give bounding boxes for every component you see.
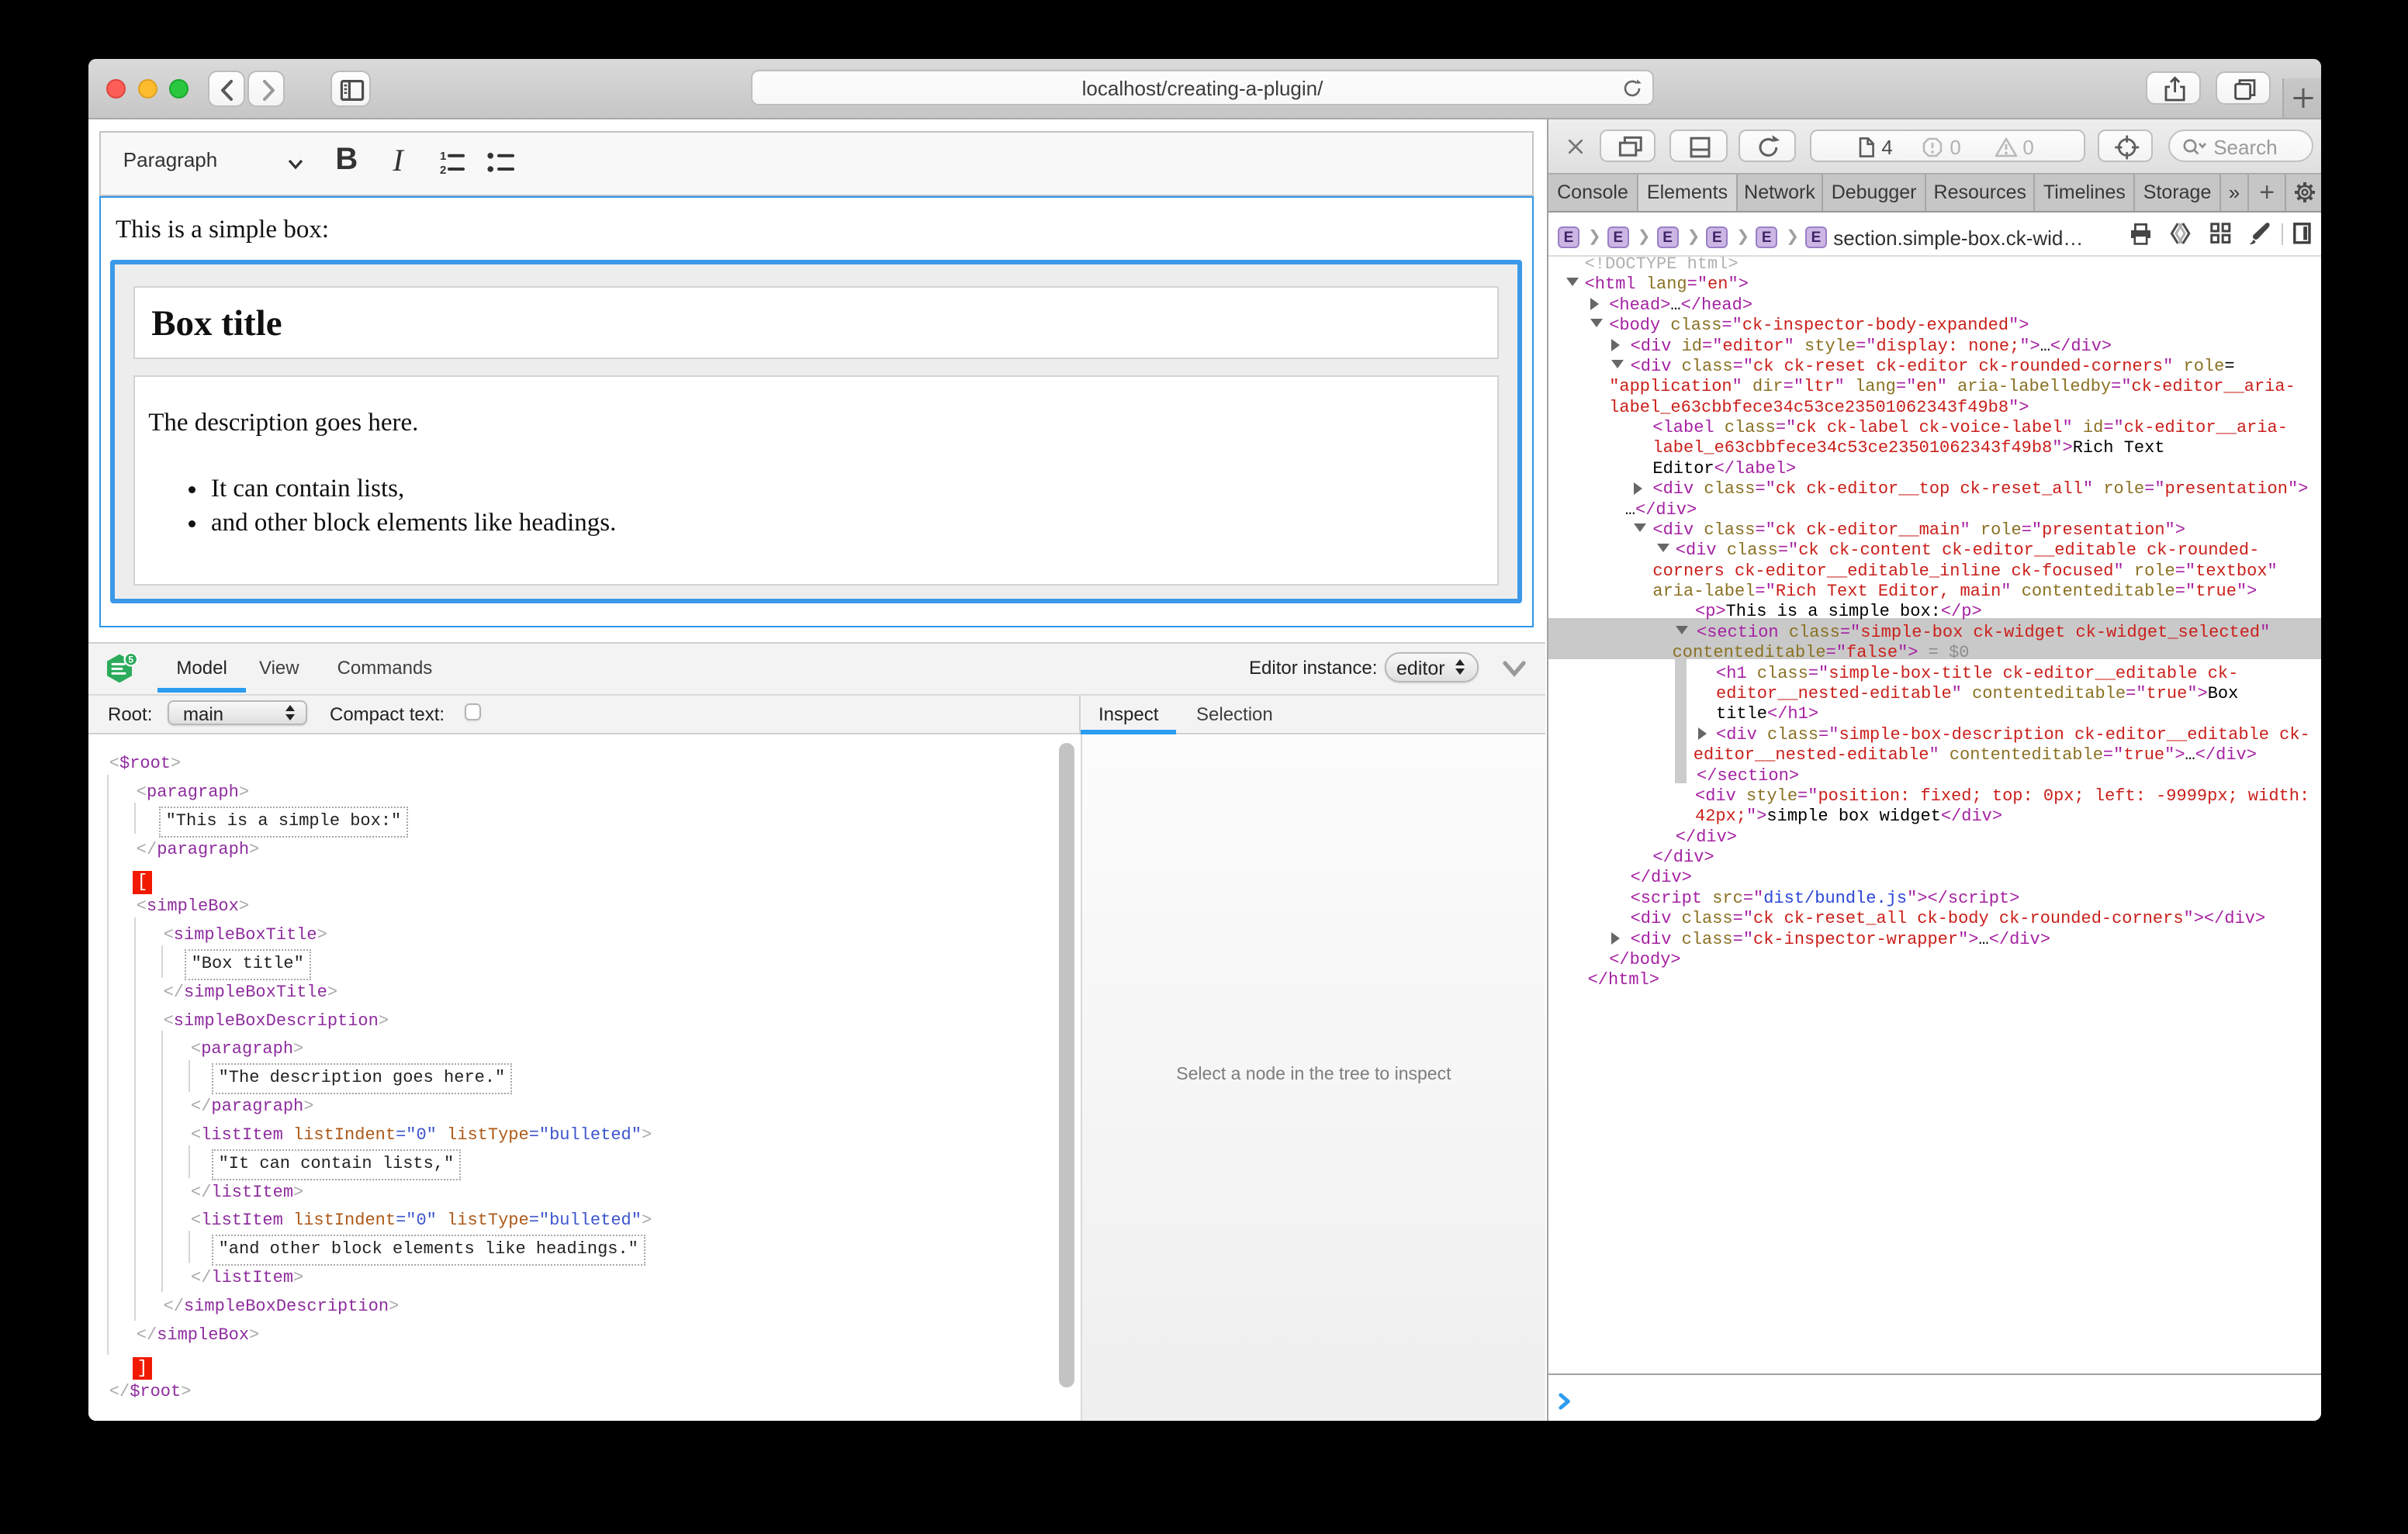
svg-text:1: 1 [440, 150, 446, 163]
svg-text:2: 2 [440, 164, 446, 177]
svg-text:5: 5 [129, 654, 134, 665]
